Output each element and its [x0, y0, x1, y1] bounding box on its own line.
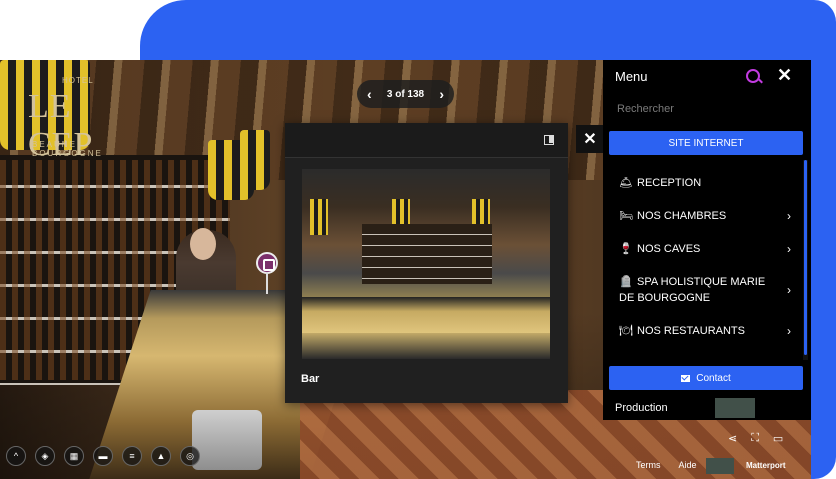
bar-stool: [192, 410, 262, 470]
pagination-pill: ‹ 3 of 138 ›: [357, 80, 454, 108]
popup-close-button[interactable]: ✕: [576, 125, 604, 153]
menu-item-spa[interactable]: 🪦 SPA HOLISTIQUE MARIE DE BOURGOGNE ›: [619, 274, 791, 306]
production-label: Production: [615, 402, 668, 414]
contact-label: Contact: [696, 372, 731, 384]
floorplan-icon[interactable]: ▦: [64, 446, 84, 466]
search-input[interactable]: [615, 98, 799, 120]
menu-title: Menu: [615, 69, 648, 84]
footer-logo: [706, 458, 734, 474]
360-icon[interactable]: ◎: [180, 446, 200, 466]
popup-header: [285, 123, 568, 158]
menu-item-label: NOS CHAMBRES: [637, 210, 727, 222]
footer-links: Terms Aide: [636, 460, 697, 470]
menu-item-reception[interactable]: 🛎 RECEPTION: [619, 175, 791, 191]
chevron-right-icon: ›: [787, 242, 791, 256]
map-icon[interactable]: ▲: [151, 446, 171, 466]
help-link[interactable]: Aide: [679, 460, 697, 470]
mattertag-stem: [266, 272, 268, 294]
striped-lamp: [240, 130, 270, 190]
menu-item-caves[interactable]: 🍷 NOS CAVES ›: [619, 241, 791, 257]
chevron-up-icon[interactable]: ^: [6, 446, 26, 466]
popup-image: [302, 169, 550, 359]
spa-icon: 🪦: [619, 276, 633, 288]
plate-icon: 🍽: [619, 325, 633, 337]
menu-item-chambres[interactable]: 🛏 NOS CHAMBRES ›: [619, 208, 791, 224]
search-icon[interactable]: [746, 69, 760, 83]
contact-button[interactable]: Contact: [609, 366, 803, 390]
menu-item-label: NOS CAVES: [637, 243, 701, 255]
side-menu: Menu ✕ SITE INTERNET 🛎 RECEPTION 🛏 NOS C…: [603, 60, 811, 420]
logo-sub: BEAUNE BOURGOGNE: [32, 140, 103, 158]
logo-top: HOTEL: [62, 76, 94, 85]
share-icon[interactable]: ⋖: [728, 432, 737, 445]
shelf-image: [362, 224, 492, 284]
counter-image: [302, 297, 550, 333]
mail-icon: [681, 374, 691, 382]
mattertag-icon[interactable]: [256, 252, 278, 274]
wine-icon: 🍷: [619, 243, 633, 255]
expand-icon[interactable]: [544, 135, 554, 145]
menu-item-label: RECEPTION: [637, 177, 702, 189]
lamp-image: [310, 199, 328, 235]
menu-close-button[interactable]: ✕: [777, 65, 792, 86]
pagination-label: 3 of 138: [386, 88, 425, 100]
fullscreen-icon[interactable]: ⛶: [751, 432, 759, 445]
chevron-left-icon[interactable]: ‹: [367, 86, 372, 102]
menu-item-label: NOS RESTAURANTS: [637, 325, 745, 337]
production-logo: [715, 398, 755, 418]
bartender-head: [190, 228, 216, 260]
menu-item-label: SPA HOLISTIQUE MARIE DE BOURGOGNE: [619, 276, 766, 304]
tag-icon[interactable]: ◈: [35, 446, 55, 466]
site-internet-button[interactable]: SITE INTERNET: [609, 131, 803, 155]
menu-item-restaurants[interactable]: 🍽 NOS RESTAURANTS ›: [619, 323, 791, 339]
measure-icon[interactable]: ▬: [93, 446, 113, 466]
right-tools: ⋖ ⛶ ▭: [728, 432, 783, 445]
tag-popup: Bar: [285, 123, 568, 403]
scrollbar-thumb[interactable]: [804, 160, 807, 355]
popup-title: Bar: [301, 373, 320, 385]
chevron-right-icon: ›: [787, 209, 791, 223]
matterport-logo[interactable]: Matterport: [746, 461, 786, 470]
chevron-right-icon[interactable]: ›: [439, 86, 444, 102]
bottom-toolbar: ^ ◈ ▦ ▬ ≡ ▲ ◎: [6, 446, 200, 474]
menu-list: 🛎 RECEPTION 🛏 NOS CHAMBRES › 🍷 NOS CAVES…: [603, 163, 803, 358]
bell-icon: 🛎: [619, 177, 633, 189]
vr-icon[interactable]: ▭: [773, 432, 783, 445]
chevron-right-icon: ›: [787, 283, 791, 297]
hotel-logo: HOTEL LE CEP BEAUNE BOURGOGNE: [28, 70, 138, 163]
bed-icon: 🛏: [619, 210, 633, 222]
terms-link[interactable]: Terms: [636, 460, 661, 470]
layers-icon[interactable]: ≡: [122, 446, 142, 466]
chevron-right-icon: ›: [787, 324, 791, 338]
